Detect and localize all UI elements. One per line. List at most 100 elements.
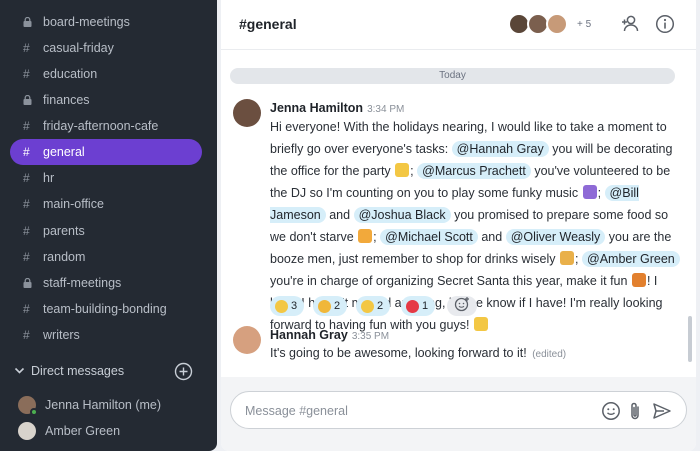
mention[interactable]: @Joshua Black <box>353 207 451 223</box>
channel-item-hr[interactable]: # hr <box>10 165 202 191</box>
hash-icon: # <box>23 328 30 342</box>
text-segment: ; <box>597 186 602 200</box>
avatar <box>18 396 38 416</box>
channel-item-staff-meetings[interactable]: staff-meetings <box>10 270 202 296</box>
channel-label: casual-friday <box>43 41 114 55</box>
attachment-icon[interactable] <box>628 401 642 426</box>
add-user-icon[interactable] <box>619 14 641 39</box>
info-icon[interactable] <box>655 14 675 39</box>
reaction-count: 2 <box>377 300 384 312</box>
channel-item-random[interactable]: # random <box>10 244 202 270</box>
scrollbar-thumb[interactable] <box>688 316 692 362</box>
text-segment: ; <box>410 164 414 178</box>
text-segment: ; <box>575 252 579 266</box>
reaction-thumbs-up[interactable]: 3 <box>270 296 305 316</box>
add-emoji-icon <box>454 296 470 317</box>
send-icon[interactable] <box>652 401 672 426</box>
thumbs-up-icon <box>275 299 288 313</box>
star-struck-icon <box>318 299 331 313</box>
channel-item-finances[interactable]: finances <box>10 87 202 113</box>
mention[interactable]: @Marcus Prachett <box>417 163 531 179</box>
mention[interactable]: @Oliver Weasly <box>505 229 606 245</box>
music-note-icon <box>582 185 597 199</box>
avatar <box>233 99 261 127</box>
message-input[interactable] <box>245 401 585 421</box>
mention[interactable]: @Amber Green <box>582 251 680 267</box>
channel-label: hr <box>43 171 55 185</box>
lock-icon <box>23 278 43 288</box>
avatar <box>233 326 261 354</box>
channel-item-board-meetings[interactable]: board-meetings <box>10 9 202 35</box>
direct-messages-header[interactable]: Direct messages <box>0 360 217 384</box>
reaction-count: 1 <box>422 300 429 312</box>
dm-item-jenna-hamilton[interactable]: Jenna Hamilton (me) <box>18 394 161 416</box>
message-time: 3:35 PM <box>351 331 390 342</box>
channel-label: main-office <box>43 197 104 211</box>
channel-label: education <box>43 67 98 81</box>
reaction-heart[interactable]: 1 <box>401 296 436 316</box>
direct-messages-title: Direct messages <box>31 364 125 378</box>
add-reaction-button[interactable] <box>447 296 477 316</box>
dm-item-amber-green[interactable]: Amber Green <box>18 420 120 442</box>
chevron-down-icon[interactable] <box>14 365 25 379</box>
hash-icon: # <box>23 119 30 133</box>
channel-label: writers <box>43 328 80 342</box>
party-emoji-icon <box>395 163 410 177</box>
channel-item-casual-friday[interactable]: # casual-friday <box>10 35 202 61</box>
emoji-icon[interactable] <box>601 401 621 426</box>
channel-label: team-building-bonding <box>43 302 167 316</box>
gift-icon <box>631 273 646 287</box>
channel-label: random <box>43 250 86 264</box>
reaction-count: 3 <box>291 300 298 312</box>
hash-icon: # <box>23 197 30 211</box>
message-author[interactable]: Jenna Hamilton <box>270 101 363 115</box>
hash-icon: # <box>23 171 30 185</box>
channel-header: #general + 5 <box>221 0 696 50</box>
channel-label: board-meetings <box>43 15 130 29</box>
composer-area <box>221 377 696 451</box>
dm-label: Amber Green <box>45 424 121 438</box>
message-text: It's going to be awesome, looking forwar… <box>270 343 685 365</box>
avatar <box>18 422 36 440</box>
sidebar: board-meetings # casual-friday # educati… <box>0 0 217 451</box>
channel-item-education[interactable]: # education <box>10 61 202 87</box>
member-count-more[interactable]: + 5 <box>577 19 591 30</box>
channel-label: friday-afternoon-cafe <box>43 119 159 133</box>
channel-item-general[interactable]: # general <box>10 139 202 165</box>
channel-item-friday-afternoon-cafe[interactable]: # friday-afternoon-cafe <box>10 113 202 139</box>
channel-label: parents <box>43 224 85 238</box>
channel-item-main-office[interactable]: # main-office <box>10 191 202 217</box>
channel-item-parents[interactable]: # parents <box>10 218 202 244</box>
text-segment: It's going to be awesome, looking forwar… <box>270 346 527 360</box>
text-segment: ; <box>373 230 377 244</box>
reaction-partying-face[interactable]: 2 <box>356 296 391 316</box>
lock-icon <box>23 95 43 105</box>
reaction-star-struck[interactable]: 2 <box>313 296 348 316</box>
message-body: Hannah Gray 3:35 PM It's going to be awes… <box>270 326 685 365</box>
channel-label: general <box>43 145 85 159</box>
channel-item-team-building-bonding[interactable]: # team-building-bonding <box>10 296 202 322</box>
message-author[interactable]: Hannah Gray <box>270 328 348 342</box>
heart-icon <box>406 299 419 313</box>
add-circle-icon[interactable] <box>174 362 193 384</box>
message-time: 3:34 PM <box>367 104 405 115</box>
hash-icon: # <box>23 145 30 159</box>
hash-icon: # <box>23 224 30 238</box>
chat-panel: #general + 5 Today Jenna Hamilton 3:34 PM… <box>221 0 696 451</box>
online-status-icon <box>30 408 38 416</box>
avatar <box>546 13 568 35</box>
pizza-icon <box>358 229 373 243</box>
reaction-count: 2 <box>334 300 341 312</box>
edited-label: (edited) <box>532 349 567 360</box>
day-divider: Today <box>230 68 675 84</box>
mention[interactable]: @Hannah Gray <box>451 141 549 157</box>
dm-label: Jenna Hamilton (me) <box>45 398 162 412</box>
hash-icon: # <box>23 250 30 264</box>
mention[interactable]: @Michael Scott <box>380 229 478 245</box>
channel-title: #general <box>239 16 297 32</box>
lock-icon <box>23 17 43 27</box>
partying-face-icon <box>361 299 374 313</box>
channel-label: finances <box>43 93 90 107</box>
text-segment: and <box>481 230 503 244</box>
channel-item-writers[interactable]: # writers <box>10 322 202 348</box>
